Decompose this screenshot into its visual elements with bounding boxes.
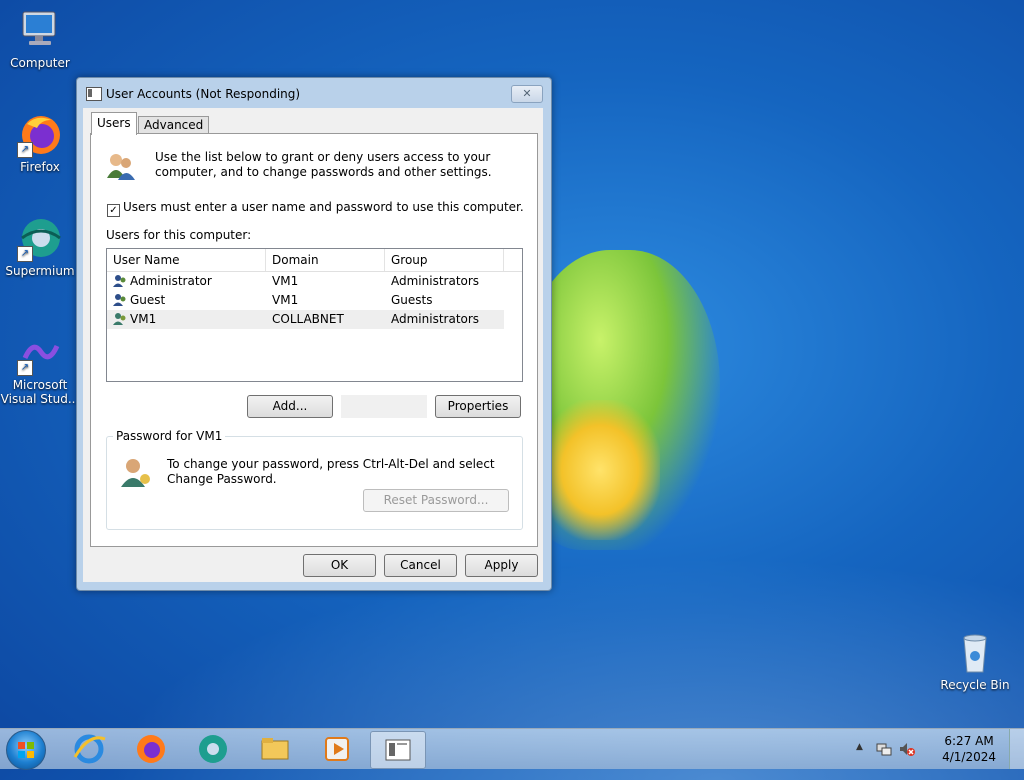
remove-button-placeholder: [341, 395, 427, 418]
taskbar-user-accounts[interactable]: [370, 731, 426, 769]
taskbar-media-player[interactable]: [310, 731, 364, 767]
clock-date: 4/1/2024: [942, 750, 996, 764]
folder-icon: [261, 738, 289, 760]
window-app-icon: [385, 739, 411, 761]
desktop-icon-recycle-bin[interactable]: Recycle Bin: [935, 630, 1015, 692]
desktop-icon-label: Recycle Bin: [940, 678, 1010, 692]
tray-expand-icon[interactable]: ▲: [856, 742, 863, 752]
user-icon: [113, 312, 127, 326]
desktop-icon-supermium[interactable]: ↗ Supermium: [0, 216, 80, 278]
internet-explorer-icon: [73, 734, 106, 764]
firefox-icon: ↗: [17, 112, 63, 158]
user-icon: [113, 274, 127, 288]
users-icon: [105, 150, 137, 182]
cell-group: Administrators: [391, 274, 480, 288]
password-instructions: To change your password, press Ctrl-Alt-…: [167, 457, 495, 486]
cell-group: Guests: [391, 293, 433, 307]
cell-domain: VM1: [272, 274, 299, 288]
column-header-domain[interactable]: Domain: [266, 249, 385, 271]
intro-text: Use the list below to grant or deny user…: [155, 150, 492, 179]
volume-muted-icon[interactable]: [898, 741, 916, 757]
column-header-group[interactable]: Group: [385, 249, 504, 271]
table-row[interactable]: VM1 COLLABNET Administrators: [107, 310, 504, 329]
desktop-icon-label: Microsoft Visual Stud...: [0, 378, 80, 406]
user-icon: [113, 293, 127, 307]
shortcut-arrow-icon: ↗: [17, 360, 33, 376]
tab-users[interactable]: Users: [91, 112, 137, 135]
desktop-icon-firefox[interactable]: ↗ Firefox: [0, 112, 80, 174]
require-login-row[interactable]: ✓ Users must enter a user name and passwo…: [107, 200, 524, 217]
column-header-user-name[interactable]: User Name: [107, 249, 266, 271]
visual-studio-icon: ↗: [17, 330, 63, 376]
window-app-icon: [86, 87, 102, 101]
firefox-icon: [137, 735, 165, 763]
close-button[interactable]: ✕: [511, 85, 543, 103]
shortcut-arrow-icon: ↗: [17, 142, 33, 158]
ok-button[interactable]: OK: [303, 554, 376, 577]
shortcut-arrow-icon: ↗: [17, 246, 33, 262]
clock[interactable]: 6:27 AM 4/1/2024: [942, 733, 996, 765]
dialog-client-area: Users Advanced Use the list below to gra…: [83, 108, 543, 582]
user-password-icon: [119, 455, 153, 489]
desktop-icon-label: Supermium: [5, 264, 75, 278]
require-login-label: Users must enter a user name and passwor…: [123, 200, 524, 214]
cell-domain: VM1: [272, 293, 299, 307]
properties-button[interactable]: Properties: [435, 395, 521, 418]
tab-advanced[interactable]: Advanced: [138, 116, 210, 134]
dialog-title: User Accounts (Not Responding): [106, 87, 301, 101]
cell-user-name: Guest: [130, 293, 166, 307]
recycle-bin-icon: [952, 630, 998, 676]
supermium-icon: [199, 735, 227, 763]
user-accounts-dialog: User Accounts (Not Responding) ✕ Users A…: [76, 77, 552, 591]
show-desktop-button[interactable]: [1009, 729, 1024, 769]
taskbar-firefox[interactable]: [124, 731, 178, 767]
computer-icon: [17, 8, 63, 54]
cell-group: Administrators: [391, 312, 480, 326]
media-player-icon: [325, 737, 349, 761]
table-row[interactable]: Administrator VM1 Administrators: [107, 272, 522, 291]
dialog-titlebar[interactable]: User Accounts (Not Responding) ✕: [77, 78, 551, 108]
listview-header: User Name Domain Group: [107, 249, 522, 272]
supermium-icon: ↗: [17, 216, 63, 262]
apply-button[interactable]: Apply: [465, 554, 538, 577]
cancel-button[interactable]: Cancel: [384, 554, 457, 577]
cell-user-name: Administrator: [130, 274, 212, 288]
clock-time: 6:27 AM: [944, 734, 994, 748]
desktop-icon-computer[interactable]: Computer: [0, 8, 80, 70]
add-user-button[interactable]: Add...: [247, 395, 333, 418]
reset-password-button[interactable]: Reset Password...: [363, 489, 509, 512]
cell-user-name: VM1: [130, 312, 157, 326]
wallpaper-logo-yellow: [540, 400, 660, 540]
taskbar-supermium[interactable]: [186, 731, 240, 767]
desktop-icon-visual-studio[interactable]: ↗ Microsoft Visual Stud...: [0, 330, 80, 406]
password-group-legend: Password for VM1: [113, 429, 226, 443]
require-login-checkbox[interactable]: ✓: [107, 204, 120, 217]
taskbar: ▲ 6:27 AM 4/1/2024: [0, 728, 1024, 770]
table-row[interactable]: Guest VM1 Guests: [107, 291, 522, 310]
start-button[interactable]: [6, 730, 46, 770]
desktop-icon-label: Firefox: [20, 160, 60, 174]
users-tab-panel: Use the list below to grant or deny user…: [90, 133, 538, 547]
users-listview[interactable]: User Name Domain Group Administrator VM1…: [106, 248, 523, 382]
taskbar-file-explorer[interactable]: [248, 731, 302, 767]
password-groupbox: Password for VM1 To change your password…: [106, 429, 523, 530]
desktop-icon-label: Computer: [10, 56, 70, 70]
network-icon[interactable]: [876, 741, 892, 757]
cell-domain: COLLABNET: [272, 312, 344, 326]
users-list-label: Users for this computer:: [106, 228, 252, 242]
system-tray: ▲ 6:27 AM 4/1/2024: [854, 729, 1024, 769]
taskbar-internet-explorer[interactable]: [62, 731, 116, 767]
